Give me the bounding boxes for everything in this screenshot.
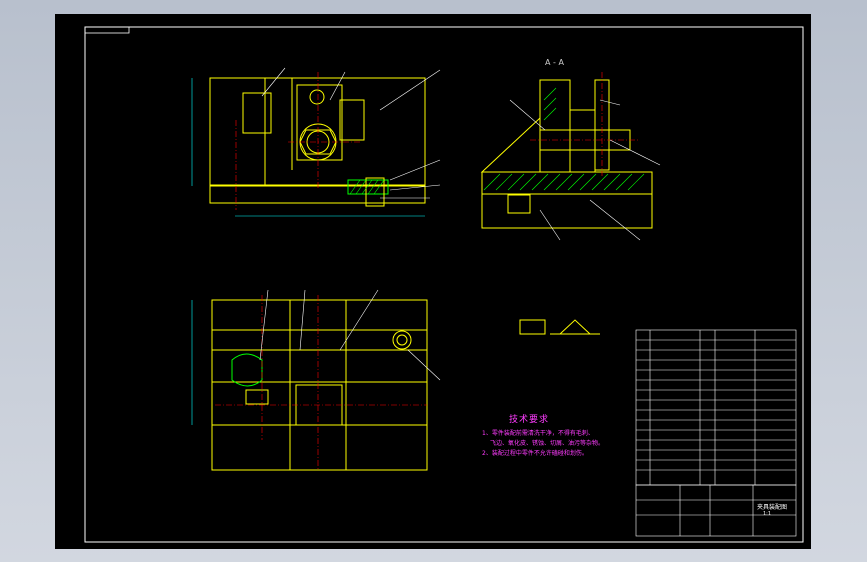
technical-requirements-title: 技术要求 <box>509 415 550 425</box>
front-view <box>191 77 426 217</box>
cad-viewport[interactable]: A - A 技术要求 1、零件装配前需清洗干净，不得有毛刺、 飞边、氧化皮、锈蚀… <box>0 0 867 562</box>
top-view <box>191 299 428 471</box>
section-label: A - A <box>545 58 564 67</box>
technical-note-2: 飞边、氧化皮、锈蚀、切屑、油污等杂物。 <box>490 440 605 447</box>
technical-note-3: 2、装配过程中零件不允许磕碰和划伤。 <box>482 450 588 457</box>
section-view-hatch <box>483 87 645 191</box>
parts-list-table <box>635 329 797 486</box>
section-view <box>480 79 653 229</box>
detail-view <box>519 319 600 335</box>
technical-note-1: 1、零件装配前需清洗干净，不得有毛刺、 <box>482 430 594 437</box>
drawing-title: 夹具装配图 <box>757 504 788 511</box>
drawing-canvas <box>84 26 804 543</box>
front-view-hatch <box>349 179 385 195</box>
leader-lines <box>259 67 661 381</box>
corner-code-box <box>84 26 130 34</box>
section-view-centerlines <box>530 72 640 176</box>
inner-frame <box>84 26 804 543</box>
drawing-scale: 1:1 <box>763 511 772 517</box>
